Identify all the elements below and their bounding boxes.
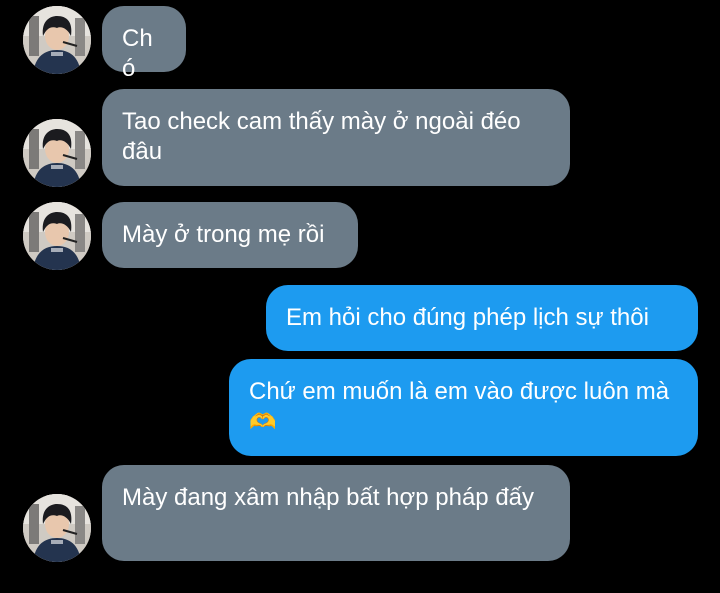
message-text: Tao check cam thấy mày ở ngoài đéo đâu — [122, 108, 521, 165]
heart-hands-emoji-icon: 🫶 — [249, 410, 277, 435]
message-text: Chứ em muốn là em vào được luôn mà — [249, 378, 670, 405]
sender-avatar[interactable] — [23, 6, 91, 74]
sender-avatar[interactable] — [23, 494, 91, 562]
message-bubble-outgoing[interactable]: Chứ em muốn là em vào được luôn mà 🫶 — [229, 359, 698, 456]
avatar-image — [23, 6, 91, 74]
message-bubble-incoming[interactable]: Mày ở trong mẹ rồi — [102, 202, 358, 268]
chat-thread: Chó Tao check cam thấy mày ở ngoài đéo đ… — [0, 0, 720, 593]
message-bubble-incoming[interactable]: Chó — [102, 6, 186, 82]
message-text: Chó — [122, 25, 153, 82]
message-bubble-outgoing[interactable]: Em hỏi cho đúng phép lịch sự thôi — [266, 285, 698, 351]
message-text: Mày ở trong mẹ rồi — [122, 221, 325, 248]
avatar-image — [23, 119, 91, 187]
sender-avatar[interactable] — [23, 202, 91, 270]
message-bubble-incoming[interactable]: Mày đang xâm nhập bất hợp pháp đấy — [102, 465, 570, 561]
sender-avatar[interactable] — [23, 119, 91, 187]
message-bubble-incoming[interactable]: Tao check cam thấy mày ở ngoài đéo đâu — [102, 89, 570, 186]
avatar-image — [23, 494, 91, 562]
message-text: Em hỏi cho đúng phép lịch sự thôi — [286, 304, 649, 331]
avatar-image — [23, 202, 91, 270]
message-text: Mày đang xâm nhập bất hợp pháp đấy — [122, 484, 535, 511]
